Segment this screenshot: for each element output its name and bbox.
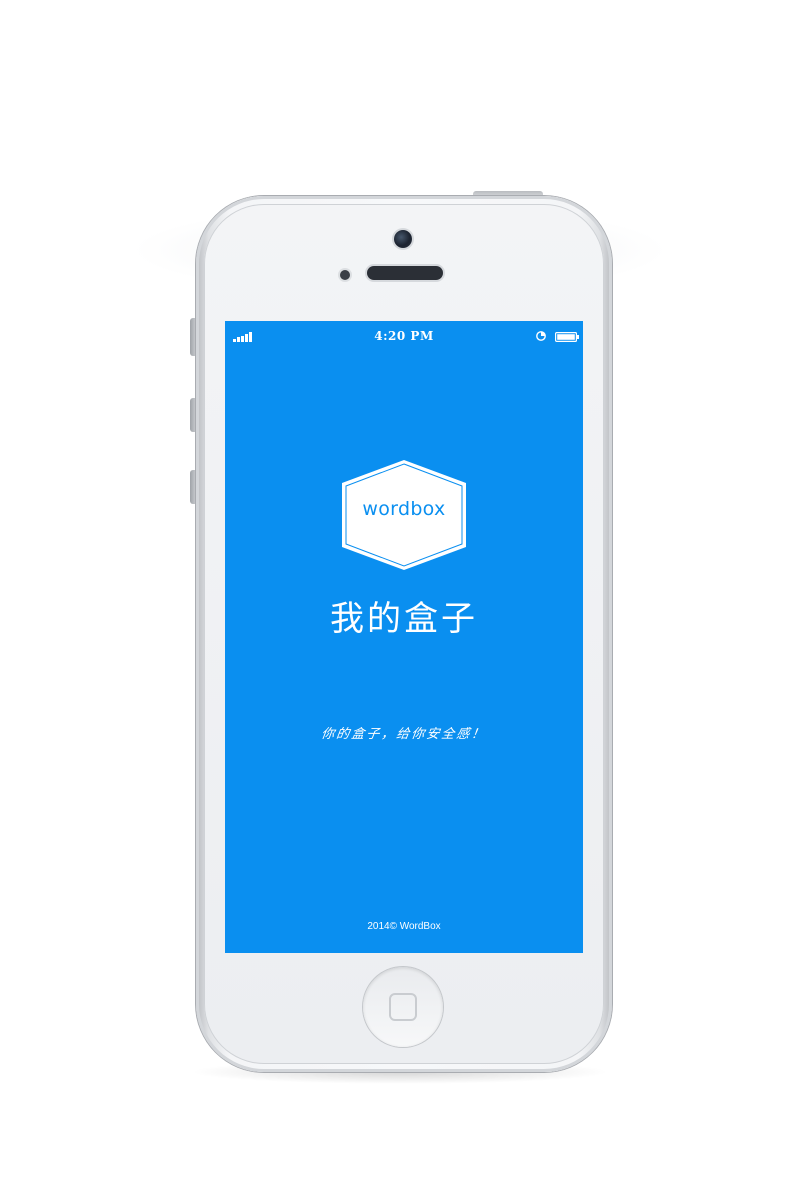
app-title: 我的盒子 [330,599,478,639]
battery-icon [555,332,579,342]
wordbox-logo: wordbox [339,458,469,572]
home-button[interactable] [363,967,443,1047]
earpiece-speaker [367,266,443,280]
logo-text: wordbox [362,498,446,520]
status-bar: 4:20 PM [225,321,583,351]
front-camera [394,230,412,248]
copyright-text: 2014© WordBox [367,921,441,932]
proximity-sensor [340,270,350,280]
mockup-stage: 4:20 PM wordbox 我的盒子 你的盒子，给你安全感！ 2014© W… [0,0,800,1200]
home-square-icon [389,993,417,1021]
alarm-clock-icon [536,331,546,341]
tagline: 你的盒子，给你安全感！ [320,727,488,742]
status-time: 4:20 PM [374,329,434,343]
phone-screen: 4:20 PM wordbox 我的盒子 你的盒子，给你安全感！ 2014© W… [225,321,583,953]
